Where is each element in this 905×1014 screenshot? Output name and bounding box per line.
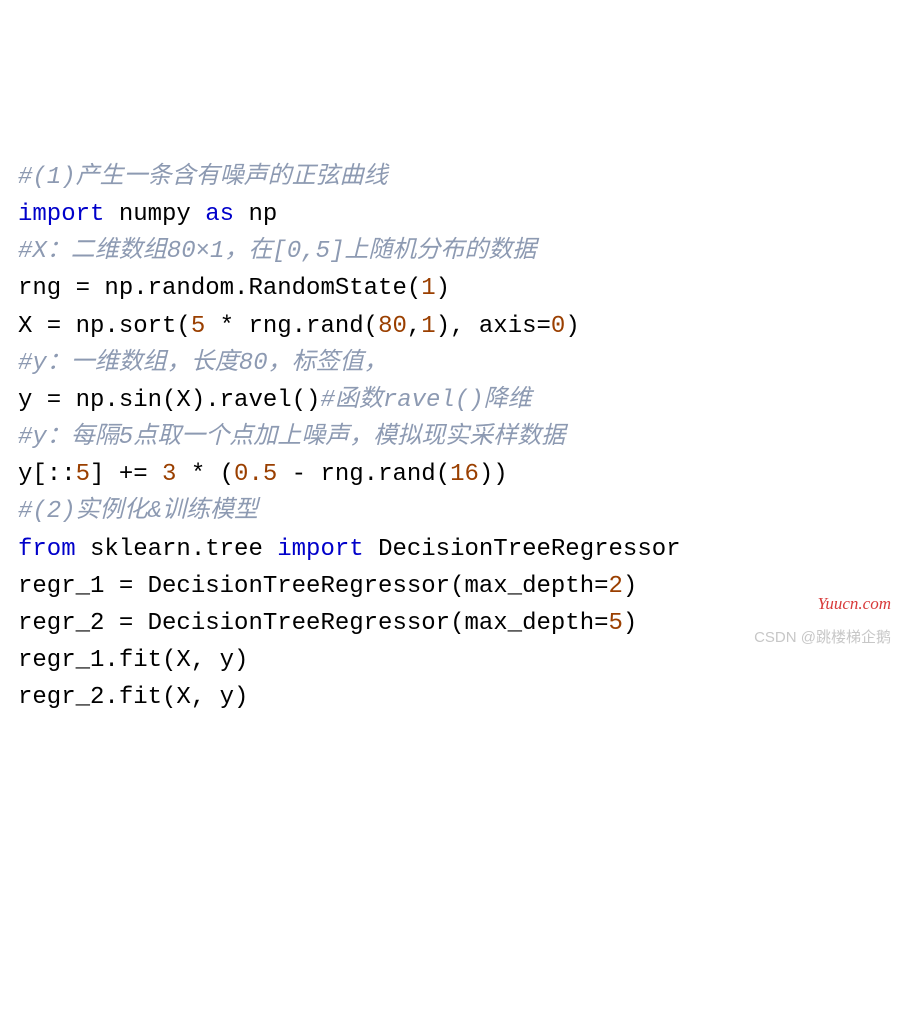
- code-text: regr_2 = DecisionTreeRegressor(max_depth…: [18, 610, 609, 637]
- code-text: * (: [176, 461, 234, 488]
- code-text: ,: [407, 313, 421, 340]
- number-literal: 5: [609, 610, 623, 637]
- number-literal: 3: [162, 461, 176, 488]
- number-literal: 0.5: [234, 461, 277, 488]
- keyword-import: import: [18, 201, 104, 228]
- number-literal: 16: [450, 461, 479, 488]
- code-text: )): [479, 461, 508, 488]
- code-text: X = np.sort(: [18, 313, 191, 340]
- code-text: regr_1.fit(X, y): [18, 647, 248, 674]
- code-text: regr_1 = DecisionTreeRegressor(max_depth…: [18, 573, 609, 600]
- code-text: regr_2.fit(X, y): [18, 684, 248, 711]
- code-text: y = np.sin(X).ravel(): [18, 387, 320, 414]
- number-literal: 5: [76, 461, 90, 488]
- number-literal: 1: [421, 313, 435, 340]
- code-text: y[::: [18, 461, 76, 488]
- number-literal: 5: [191, 313, 205, 340]
- number-literal: 1: [421, 275, 435, 302]
- code-text: ] +=: [90, 461, 162, 488]
- comment-line: #y：一维数组，长度80，标签值，: [18, 350, 388, 377]
- watermark-yuucn: Yuucn.com: [817, 591, 891, 617]
- comment-line: #(2)实例化&训练模型: [18, 498, 258, 525]
- code-text: rng = np.random.RandomState(: [18, 275, 421, 302]
- code-text: ): [623, 610, 637, 637]
- keyword-as: as: [205, 201, 234, 228]
- keyword-from: from: [18, 536, 76, 563]
- comment-line: #y：每隔5点取一个点加上噪声，模拟现实采样数据: [18, 424, 565, 451]
- watermark-csdn: CSDN @跳楼梯企鹅: [754, 626, 891, 649]
- code-text: ), axis=: [436, 313, 551, 340]
- comment-inline: #函数ravel()降维: [320, 387, 531, 414]
- code-text: DecisionTreeRegressor: [364, 536, 681, 563]
- code-text: * rng.rand(: [205, 313, 378, 340]
- code-text: ): [623, 573, 637, 600]
- code-text: sklearn.tree: [76, 536, 278, 563]
- code-text: ): [436, 275, 450, 302]
- number-literal: 0: [551, 313, 565, 340]
- code-text: np: [234, 201, 277, 228]
- code-text: ): [565, 313, 579, 340]
- comment-line: #X：二维数组80×1，在[0,5]上随机分布的数据: [18, 238, 536, 265]
- keyword-import: import: [277, 536, 363, 563]
- code-text: - rng.rand(: [277, 461, 450, 488]
- number-literal: 2: [609, 573, 623, 600]
- number-literal: 80: [378, 313, 407, 340]
- code-text: numpy: [104, 201, 205, 228]
- comment-line: #(1)产生一条含有噪声的正弦曲线: [18, 164, 388, 191]
